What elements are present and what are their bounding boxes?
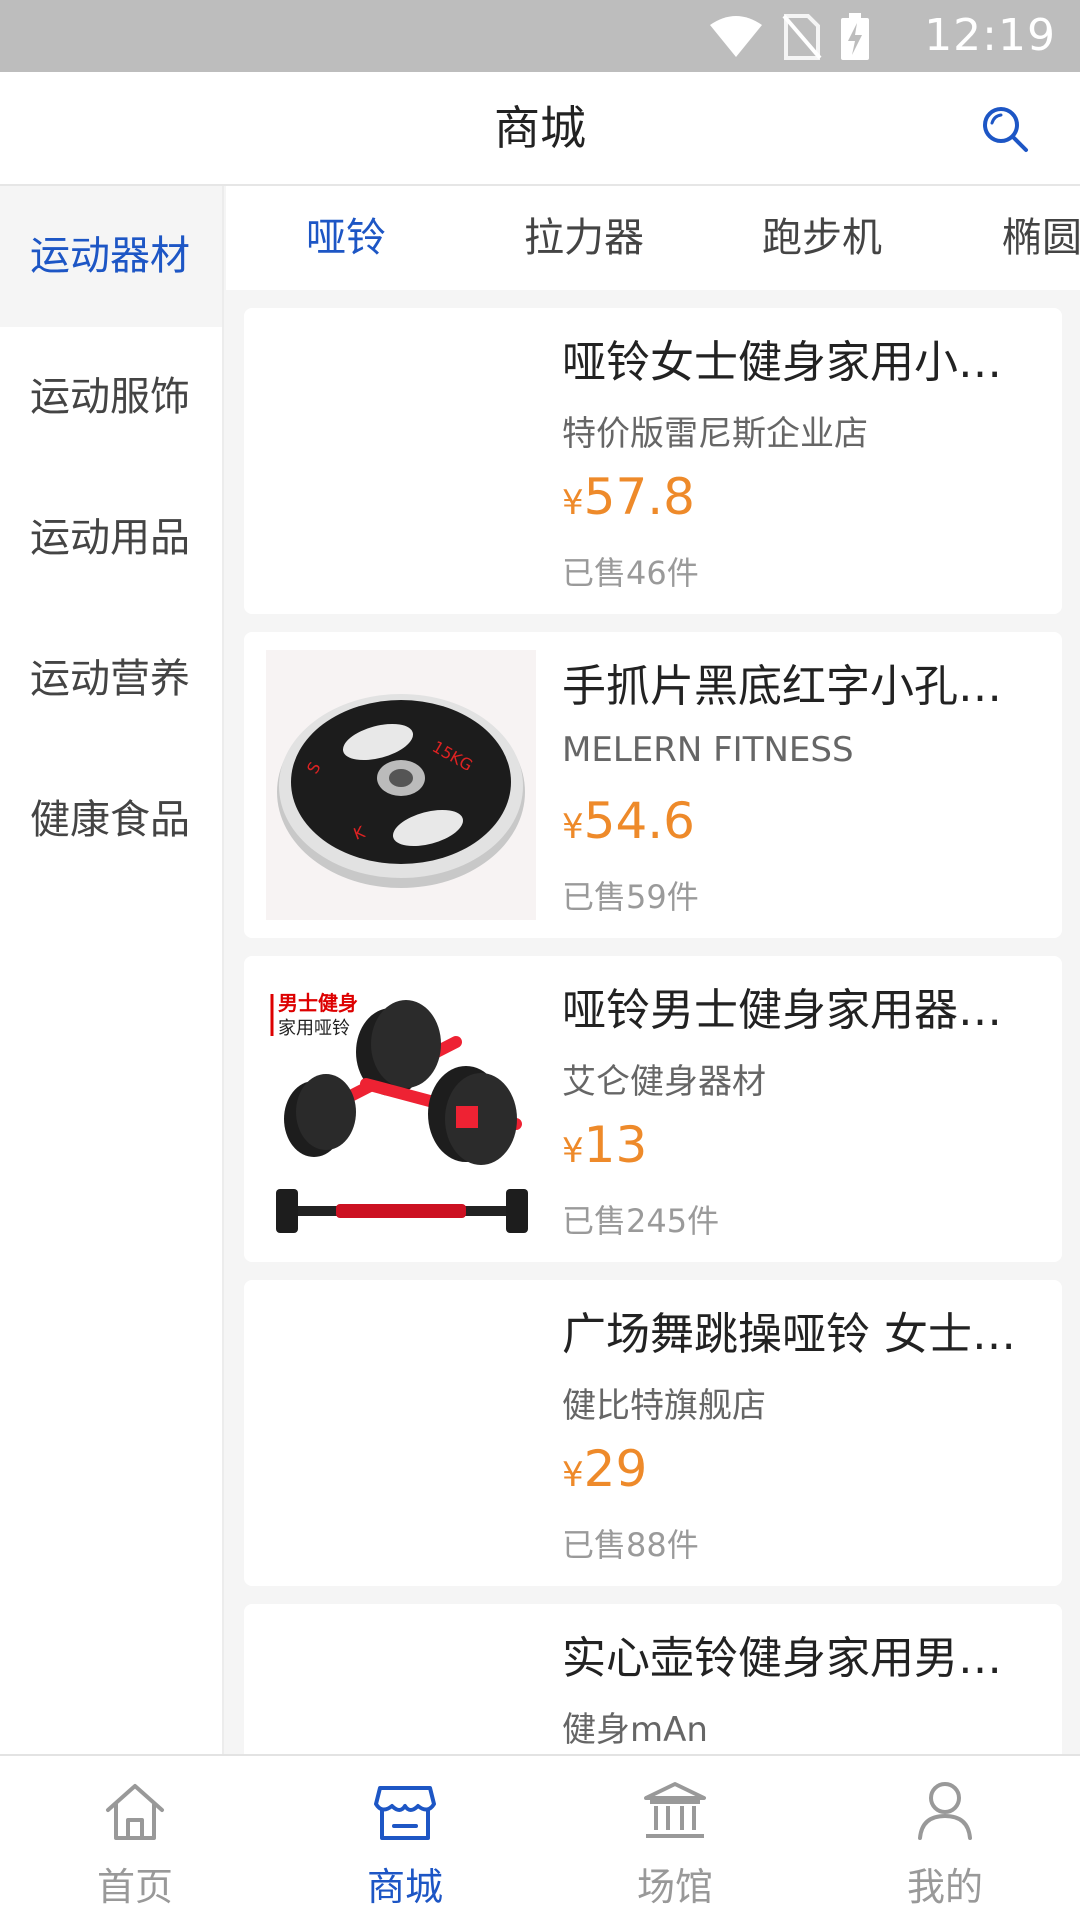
image-caption-line1: 男士健身 xyxy=(278,991,358,1015)
nav-store[interactable]: 商城 xyxy=(270,1756,540,1920)
price-value: 29 xyxy=(583,1440,648,1498)
product-name: 哑铃女士健身家用小… xyxy=(562,337,1002,388)
wifi-icon xyxy=(710,16,762,57)
product-name: 广场舞跳操哑铃 女士… xyxy=(562,1309,1016,1360)
page-title: 商城 xyxy=(494,101,586,155)
product-price: ¥54.6 xyxy=(562,792,695,850)
tab-chest-expander[interactable]: 拉力器 xyxy=(524,186,644,290)
product-price: ¥13 xyxy=(562,1116,647,1174)
nav-home-label: 首页 xyxy=(96,1865,173,1909)
product-image: 15KG S K xyxy=(266,650,536,920)
currency-symbol: ¥ xyxy=(562,1455,584,1495)
search-icon[interactable] xyxy=(980,104,1030,154)
currency-symbol: ¥ xyxy=(562,1131,584,1171)
tab-treadmill[interactable]: 跑步机 xyxy=(762,186,882,290)
sidebar-item-sports-apparel[interactable]: 运动服饰 xyxy=(0,327,222,468)
product-card[interactable]: 哑铃女士健身家用小… 特价版雷尼斯企业店 ¥57.8 已售46件 xyxy=(244,308,1062,614)
sold-count: 已售88件 xyxy=(562,1526,699,1564)
product-image xyxy=(266,1298,536,1568)
nav-profile-label: 我的 xyxy=(906,1865,983,1909)
status-bar: 12:19 xyxy=(0,0,1080,72)
price-value: 54.6 xyxy=(583,792,695,850)
store-name: 艾仑健身器材 xyxy=(562,1062,766,1102)
bottom-nav: 首页 商城 场馆 我的 xyxy=(0,1754,1080,1920)
product-image xyxy=(266,326,536,596)
sidebar-item-health-food[interactable]: 健康食品 xyxy=(0,750,222,891)
store-name: MELERN FITNESS xyxy=(562,730,854,770)
product-name: 哑铃男士健身家用器… xyxy=(562,985,1002,1036)
store-name: 健比特旗舰店 xyxy=(562,1386,766,1426)
nav-venue[interactable]: 场馆 xyxy=(540,1756,810,1920)
subcategory-tabs: 哑铃 拉力器 跑步机 椭圆 xyxy=(226,186,1080,290)
product-price: ¥29 xyxy=(562,1440,647,1498)
profile-icon xyxy=(918,1782,972,1840)
sold-count: 已售245件 xyxy=(562,1202,720,1240)
weight-plate-image: 15KG S K xyxy=(277,694,525,888)
image-caption-line2: 家用哑铃 xyxy=(278,1018,350,1039)
sold-count: 已售46件 xyxy=(562,554,699,592)
product-card[interactable]: 15KG S K 手抓片黑底红字小孔… MELERN FITNESS ¥54.6… xyxy=(244,632,1062,938)
tab-dumbbell[interactable]: 哑铃 xyxy=(306,186,386,290)
store-name: 特价版雷尼斯企业店 xyxy=(562,414,868,454)
product-name: 手抓片黑底红字小孔… xyxy=(562,661,1002,712)
nav-home[interactable]: 首页 xyxy=(0,1756,270,1920)
store-icon xyxy=(374,1786,436,1840)
product-list: 哑铃女士健身家用小… 特价版雷尼斯企业店 ¥57.8 已售46件 15KG S … xyxy=(226,290,1080,1754)
store-name: 健身mAn xyxy=(562,1710,708,1750)
price-value: 57.8 xyxy=(583,468,695,526)
nav-profile[interactable]: 我的 xyxy=(810,1756,1080,1920)
nav-store-label: 商城 xyxy=(366,1865,443,1909)
sold-count: 已售59件 xyxy=(562,878,699,916)
status-time: 12:19 xyxy=(924,10,1056,61)
nav-venue-label: 场馆 xyxy=(636,1865,713,1909)
product-card[interactable]: 实心壶铃健身家用男… 健身mAn xyxy=(244,1604,1062,1754)
product-name: 实心壶铃健身家用男… xyxy=(562,1633,1002,1684)
product-card[interactable]: 男士健身 家用哑铃 哑铃男士健身家用器… 艾仑健身器材 ¥13 已售245件 xyxy=(244,956,1062,1262)
battery-charging-icon xyxy=(841,13,869,60)
sidebar-item-sports-equipment[interactable]: 运动器材 xyxy=(0,186,222,327)
app-header: 商城 xyxy=(0,72,1080,186)
sidebar-item-sports-goods[interactable]: 运动用品 xyxy=(0,468,222,609)
tab-elliptical[interactable]: 椭圆 xyxy=(1002,186,1080,290)
venue-icon xyxy=(644,1782,706,1838)
sidebar-item-sports-nutrition[interactable]: 运动营养 xyxy=(0,609,222,750)
price-value: 13 xyxy=(583,1116,648,1174)
no-sim-icon xyxy=(782,14,822,60)
product-card[interactable]: 广场舞跳操哑铃 女士… 健比特旗舰店 ¥29 已售88件 xyxy=(244,1280,1062,1586)
currency-symbol: ¥ xyxy=(562,483,584,523)
product-image: 男士健身 家用哑铃 xyxy=(266,974,536,1244)
dumbbell-set-image: 男士健身 家用哑铃 xyxy=(270,991,528,1233)
product-price: ¥57.8 xyxy=(562,468,695,526)
currency-symbol: ¥ xyxy=(562,807,584,847)
product-image xyxy=(266,1622,536,1754)
home-icon xyxy=(106,1784,164,1840)
category-sidebar: 运动器材 运动服饰 运动用品 运动营养 健康食品 xyxy=(0,186,224,1754)
